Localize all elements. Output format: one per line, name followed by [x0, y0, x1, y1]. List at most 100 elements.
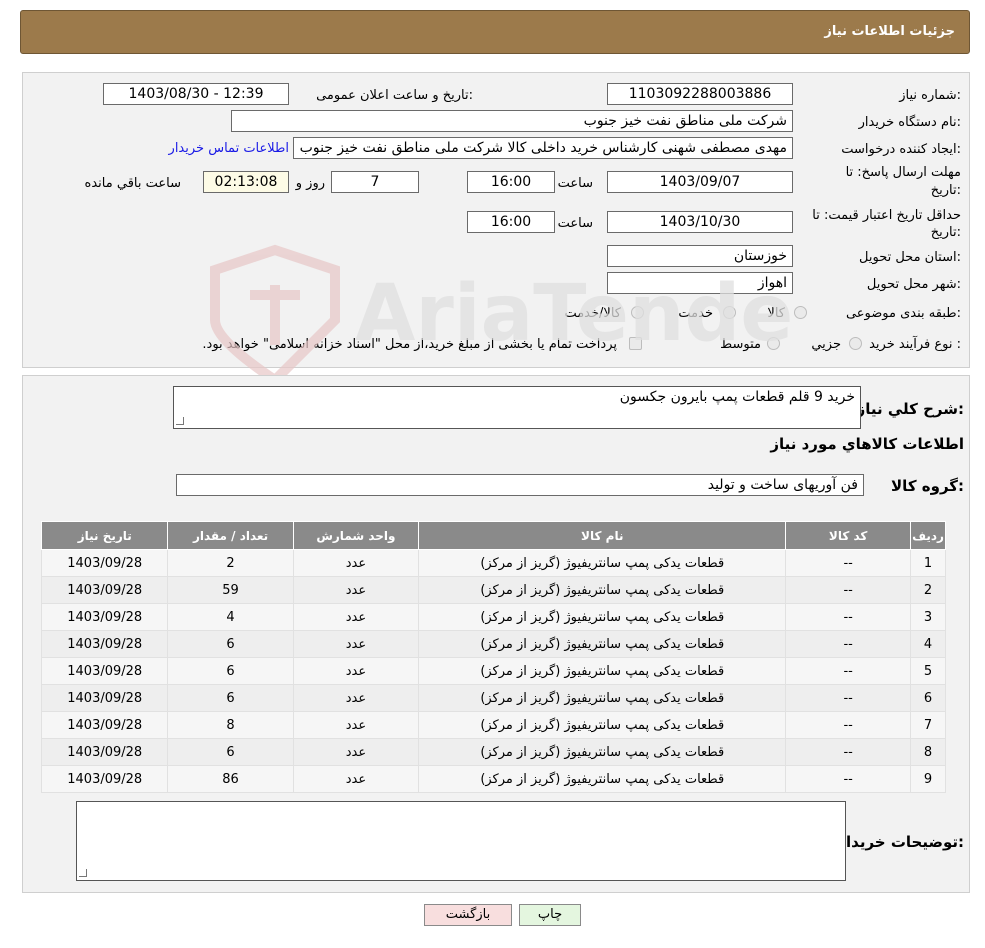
summary-resize-handle[interactable]	[176, 417, 184, 425]
cell-date: 1403/09/28	[40, 657, 169, 685]
creator-label: ایجاد کننده درخواست:	[841, 142, 961, 157]
announce-datetime-field: 1403/08/30 - 12:39	[103, 83, 289, 105]
goods-group-field: فن آوریهای ساخت و تولید	[176, 474, 864, 496]
process-medium-label: متوسط	[720, 337, 761, 352]
table-row: 5 -- قطعات یدکی پمپ سانتریفیوژ (گریز از مر…	[40, 657, 946, 685]
days-remaining-field: 7	[331, 171, 419, 193]
category-goods-label: کالا	[767, 306, 785, 321]
cell-name: قطعات یدکی پمپ سانتریفیوژ (گریز از مرکز)	[418, 576, 787, 604]
cell-row: 1	[910, 549, 946, 577]
cell-name: قطعات یدکی پمپ سانتریفیوژ (گریز از مرکز)	[418, 738, 787, 766]
print-button[interactable]: چاپ	[519, 904, 581, 926]
time-remaining-label: ساعت باقي مانده	[84, 176, 181, 191]
cell-unit: عدد	[292, 603, 420, 631]
cell-date: 1403/09/28	[40, 630, 169, 658]
goods-table: رديف کد کالا نام کالا واحد شمارش تعداد /…	[40, 521, 946, 793]
buyer-notes-textarea[interactable]	[76, 801, 846, 881]
cell-name: قطعات یدکی پمپ سانتریفیوژ (گریز از مرکز)	[418, 684, 787, 712]
cell-name: قطعات یدکی پمپ سانتریفیوژ (گریز از مرکز)	[418, 603, 787, 631]
province-field: خوزستان	[607, 245, 793, 267]
col-name: نام کالا	[418, 521, 787, 550]
col-quantity: تعداد / مقدار	[167, 521, 294, 550]
validity-time-field: 16:00	[467, 211, 555, 233]
process-medium-radio[interactable]	[767, 337, 780, 350]
cell-quantity: 86	[167, 765, 294, 793]
creator-field: مهدی مصطفی شهنی کارشناس خرید داخلی کالا …	[293, 137, 793, 159]
announce-datetime-label: تاریخ و ساعت اعلان عمومی:	[316, 88, 473, 103]
need-number-field: 1103092288003886	[607, 83, 793, 105]
days-label: روز و	[295, 176, 325, 191]
cell-unit: عدد	[292, 630, 420, 658]
cell-unit: عدد	[292, 576, 420, 604]
category-service-radio[interactable]	[723, 306, 736, 319]
category-goods-radio[interactable]	[794, 306, 807, 319]
cell-name: قطعات یدکی پمپ سانتریفیوژ (گریز از مرکز)	[418, 657, 787, 685]
table-row: 1 -- قطعات یدکی پمپ سانتریفیوژ (گریز از مر…	[40, 549, 946, 577]
cell-quantity: 4	[167, 603, 294, 631]
validity-label: حداقل تاریخ اعتبار قیمت: تا	[812, 208, 961, 223]
city-field: اهواز	[607, 272, 793, 294]
cell-quantity: 59	[167, 576, 294, 604]
cell-code: --	[785, 603, 912, 631]
validity-date-field: 1403/10/30	[607, 211, 793, 233]
cell-quantity: 6	[167, 657, 294, 685]
cell-name: قطعات یدکی پمپ سانتریفیوژ (گریز از مرکز)	[418, 765, 787, 793]
time-remaining-field: 02:13:08	[203, 171, 289, 193]
table-row: 6 -- قطعات یدکی پمپ سانتریفیوژ (گریز از مر…	[40, 684, 946, 712]
category-goods-service-radio[interactable]	[631, 306, 644, 319]
cell-quantity: 6	[167, 684, 294, 712]
table-row: 2 -- قطعات یدکی پمپ سانتریفیوژ (گریز از مر…	[40, 576, 946, 604]
buyer-contact-link[interactable]: اطلاعات تماس خریدار	[169, 141, 289, 156]
cell-quantity: 6	[167, 738, 294, 766]
table-row: 3 -- قطعات یدکی پمپ سانتریفیوژ (گریز از مر…	[40, 603, 946, 631]
deadline-label: مهلت ارسال پاسخ: تا	[845, 165, 961, 180]
summary-label: شرح كلي نياز:	[856, 400, 964, 418]
cell-code: --	[785, 630, 912, 658]
cell-quantity: 2	[167, 549, 294, 577]
cell-date: 1403/09/28	[40, 549, 169, 577]
goods-group-label: گروه کالا:	[891, 477, 964, 495]
cell-code: --	[785, 657, 912, 685]
notes-resize-handle[interactable]	[79, 869, 87, 877]
goods-table-body: 1 -- قطعات یدکی پمپ سانتریفیوژ (گریز از مر…	[40, 549, 946, 793]
col-unit: واحد شمارش	[292, 521, 420, 550]
validity-label-date: تاریخ:	[930, 225, 961, 240]
cell-name: قطعات یدکی پمپ سانتریفیوژ (گریز از مرکز)	[418, 630, 787, 658]
category-label: طبقه بندی موضوعی:	[845, 306, 961, 321]
col-row: رديف	[910, 521, 946, 550]
cell-code: --	[785, 549, 912, 577]
province-label: استان محل تحویل:	[859, 250, 961, 265]
cell-unit: عدد	[292, 684, 420, 712]
summary-textarea[interactable]: خرید 9 قلم قطعات پمپ بایرون جکسون	[173, 386, 861, 429]
category-service-label: خدمت	[678, 306, 713, 321]
city-label: شهر محل تحویل:	[866, 277, 961, 292]
validity-time-label: ساعت	[557, 216, 593, 231]
cell-code: --	[785, 576, 912, 604]
cell-unit: عدد	[292, 765, 420, 793]
process-type-label: نوع فرآیند خرید :	[869, 337, 961, 352]
cell-unit: عدد	[292, 738, 420, 766]
process-minor-radio[interactable]	[849, 337, 862, 350]
process-treasury-checkbox[interactable]	[629, 337, 642, 350]
cell-date: 1403/09/28	[40, 765, 169, 793]
cell-row: 3	[910, 603, 946, 631]
back-button[interactable]: بازگشت	[424, 904, 512, 926]
cell-row: 2	[910, 576, 946, 604]
cell-name: قطعات یدکی پمپ سانتریفیوژ (گریز از مرکز)	[418, 711, 787, 739]
goods-info-title: اطلاعات کالاهاي مورد نياز	[770, 435, 964, 453]
cell-quantity: 8	[167, 711, 294, 739]
col-code: کد کالا	[785, 521, 912, 550]
cell-row: 8	[910, 738, 946, 766]
cell-code: --	[785, 684, 912, 712]
goods-table-header: رديف کد کالا نام کالا واحد شمارش تعداد /…	[40, 521, 946, 550]
cell-name: قطعات یدکی پمپ سانتریفیوژ (گریز از مرکز)	[418, 549, 787, 577]
category-goods-service-label: کالا/خدمت	[564, 306, 621, 321]
deadline-time-field: 16:00	[467, 171, 555, 193]
buyer-org-field: شرکت ملی مناطق نفت خیز جنوب	[231, 110, 793, 132]
cell-row: 9	[910, 765, 946, 793]
cell-row: 4	[910, 630, 946, 658]
cell-row: 7	[910, 711, 946, 739]
need-info-panel: شماره نیاز: 1103092288003886 تاریخ و ساع…	[22, 72, 970, 368]
cell-row: 6	[910, 684, 946, 712]
table-row: 4 -- قطعات یدکی پمپ سانتریفیوژ (گریز از مر…	[40, 630, 946, 658]
